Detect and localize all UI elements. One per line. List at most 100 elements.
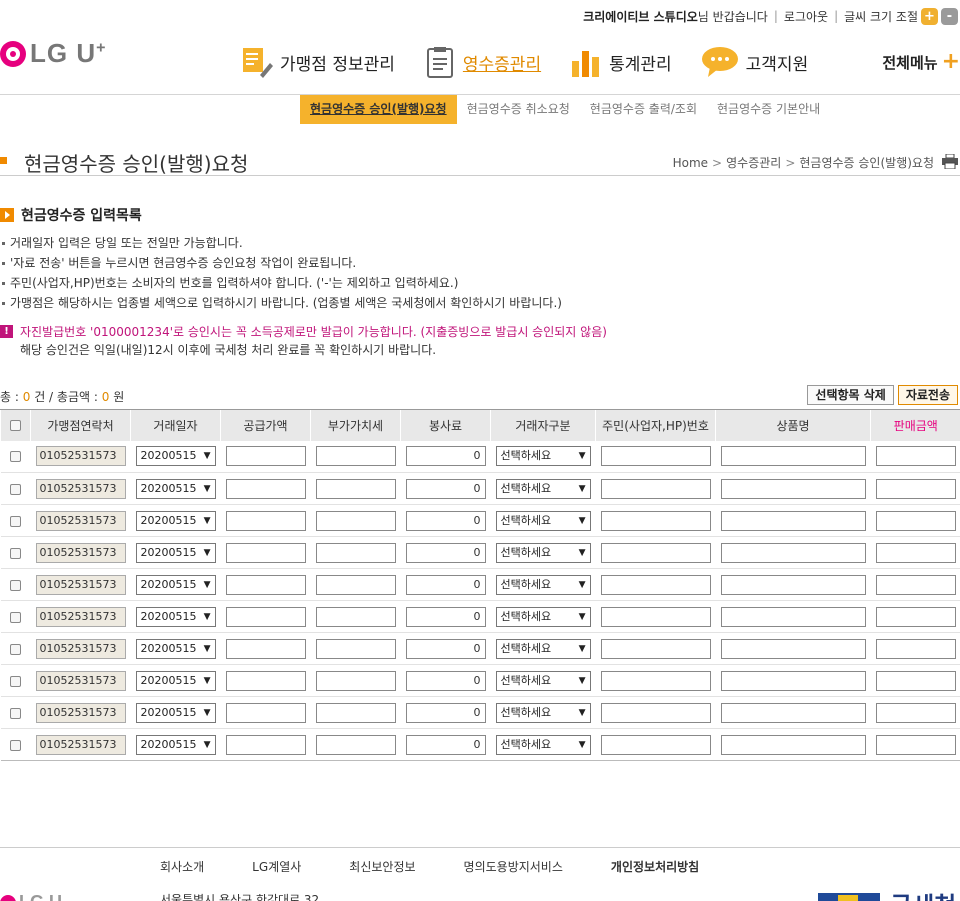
- sale-amount-input[interactable]: [875, 574, 956, 595]
- product-name-input[interactable]: [720, 542, 866, 563]
- service-fee-input[interactable]: 0: [405, 510, 486, 531]
- supply-amount-input[interactable]: [225, 606, 306, 627]
- vat-input[interactable]: [315, 542, 396, 563]
- trader-type-select[interactable]: 선택하세요 ▼: [495, 670, 591, 691]
- service-fee-input[interactable]: 0: [405, 606, 486, 627]
- vat-input[interactable]: [315, 606, 396, 627]
- select-all-checkbox[interactable]: [10, 420, 21, 432]
- vat-input[interactable]: [315, 446, 396, 467]
- sale-amount-input[interactable]: [875, 670, 956, 691]
- nav-store-info[interactable]: 가맹점 정보관리: [240, 45, 395, 79]
- row-checkbox[interactable]: [10, 643, 21, 655]
- trader-type-select[interactable]: 선택하세요 ▼: [495, 542, 591, 563]
- subnav-guide[interactable]: 현금영수증 기본안내: [707, 95, 830, 124]
- supply-amount-input[interactable]: [225, 510, 306, 531]
- send-data-button[interactable]: 자료전송: [897, 385, 958, 405]
- sale-amount-input[interactable]: [875, 638, 956, 659]
- row-checkbox[interactable]: [10, 547, 21, 559]
- all-menu-button[interactable]: 전체메뉴 +: [882, 51, 960, 73]
- id-number-input[interactable]: [600, 670, 711, 691]
- supply-amount-input[interactable]: [225, 446, 306, 467]
- supply-amount-input[interactable]: [225, 478, 306, 499]
- footer-link[interactable]: 명의도용방지서비스: [464, 858, 563, 875]
- sale-amount-input[interactable]: [875, 702, 956, 723]
- row-checkbox[interactable]: [10, 483, 21, 495]
- row-checkbox[interactable]: [10, 675, 21, 687]
- trader-type-select[interactable]: 선택하세요 ▼: [495, 702, 591, 723]
- trader-type-select[interactable]: 선택하세요 ▼: [495, 734, 591, 755]
- trader-type-select[interactable]: 선택하세요 ▼: [495, 478, 591, 499]
- subnav-print-lookup[interactable]: 현금영수증 출력/조회: [580, 95, 707, 124]
- subnav-cancel-request[interactable]: 현금영수증 취소요청: [457, 95, 580, 124]
- row-checkbox[interactable]: [10, 739, 21, 751]
- supply-amount-input[interactable]: [225, 670, 306, 691]
- trade-date-select[interactable]: 20200515 ▼: [135, 510, 216, 531]
- trade-date-select[interactable]: 20200515 ▼: [135, 734, 216, 755]
- logout-link[interactable]: 로그아웃: [784, 8, 828, 25]
- trader-type-select[interactable]: 선택하세요 ▼: [495, 574, 591, 595]
- nav-receipt[interactable]: 영수증관리: [423, 45, 541, 79]
- trader-type-select[interactable]: 선택하세요 ▼: [495, 606, 591, 627]
- service-fee-input[interactable]: 0: [405, 702, 486, 723]
- service-fee-input[interactable]: 0: [405, 670, 486, 691]
- trade-date-select[interactable]: 20200515 ▼: [135, 542, 216, 563]
- id-number-input[interactable]: [600, 542, 711, 563]
- row-checkbox[interactable]: [10, 707, 21, 719]
- id-number-input[interactable]: [600, 734, 711, 755]
- trader-type-select[interactable]: 선택하세요 ▼: [495, 510, 591, 531]
- supply-amount-input[interactable]: [225, 638, 306, 659]
- trade-date-select[interactable]: 20200515 ▼: [135, 478, 216, 499]
- id-number-input[interactable]: [600, 702, 711, 723]
- id-number-input[interactable]: [600, 478, 711, 499]
- footer-link-privacy[interactable]: 개인정보처리방침: [611, 858, 699, 875]
- sale-amount-input[interactable]: [875, 510, 956, 531]
- supply-amount-input[interactable]: [225, 542, 306, 563]
- id-number-input[interactable]: [600, 574, 711, 595]
- sale-amount-input[interactable]: [875, 734, 956, 755]
- vat-input[interactable]: [315, 734, 396, 755]
- vat-input[interactable]: [315, 670, 396, 691]
- breadcrumb-home[interactable]: Home: [673, 156, 708, 170]
- delete-selected-button[interactable]: 선택항목 삭제: [807, 385, 894, 405]
- product-name-input[interactable]: [720, 670, 866, 691]
- product-name-input[interactable]: [720, 574, 866, 595]
- row-checkbox[interactable]: [10, 611, 21, 623]
- print-icon[interactable]: [942, 154, 958, 169]
- product-name-input[interactable]: [720, 478, 866, 499]
- subnav-issue-request[interactable]: 현금영수증 승인(발행)요청: [300, 95, 457, 124]
- id-number-input[interactable]: [600, 606, 711, 627]
- product-name-input[interactable]: [720, 734, 866, 755]
- lg-uplus-logo[interactable]: LG U+: [0, 38, 106, 69]
- vat-input[interactable]: [315, 510, 396, 531]
- footer-link[interactable]: 최신보안정보: [349, 858, 415, 875]
- font-increase-button[interactable]: +: [921, 7, 938, 25]
- supply-amount-input[interactable]: [225, 574, 306, 595]
- sale-amount-input[interactable]: [875, 446, 956, 467]
- row-checkbox[interactable]: [10, 515, 21, 527]
- breadcrumb-receipt[interactable]: 영수증관리: [726, 156, 781, 170]
- trade-date-select[interactable]: 20200515 ▼: [135, 670, 216, 691]
- trade-date-select[interactable]: 20200515 ▼: [135, 702, 216, 723]
- product-name-input[interactable]: [720, 446, 866, 467]
- product-name-input[interactable]: [720, 510, 866, 531]
- id-number-input[interactable]: [600, 638, 711, 659]
- nav-support[interactable]: 고객지원: [700, 45, 808, 79]
- trader-type-select[interactable]: 선택하세요 ▼: [495, 446, 591, 467]
- nav-statistics[interactable]: 통계관리: [569, 45, 672, 79]
- vat-input[interactable]: [315, 638, 396, 659]
- id-number-input[interactable]: [600, 446, 711, 467]
- trade-date-select[interactable]: 20200515 ▼: [135, 574, 216, 595]
- supply-amount-input[interactable]: [225, 702, 306, 723]
- service-fee-input[interactable]: 0: [405, 734, 486, 755]
- sale-amount-input[interactable]: [875, 606, 956, 627]
- service-fee-input[interactable]: 0: [405, 542, 486, 563]
- vat-input[interactable]: [315, 702, 396, 723]
- trader-type-select[interactable]: 선택하세요 ▼: [495, 638, 591, 659]
- row-checkbox[interactable]: [10, 579, 21, 591]
- vat-input[interactable]: [315, 574, 396, 595]
- footer-link[interactable]: LG계열사: [252, 858, 301, 875]
- font-decrease-button[interactable]: -: [941, 7, 958, 25]
- row-checkbox[interactable]: [10, 451, 21, 463]
- sale-amount-input[interactable]: [875, 542, 956, 563]
- id-number-input[interactable]: [600, 510, 711, 531]
